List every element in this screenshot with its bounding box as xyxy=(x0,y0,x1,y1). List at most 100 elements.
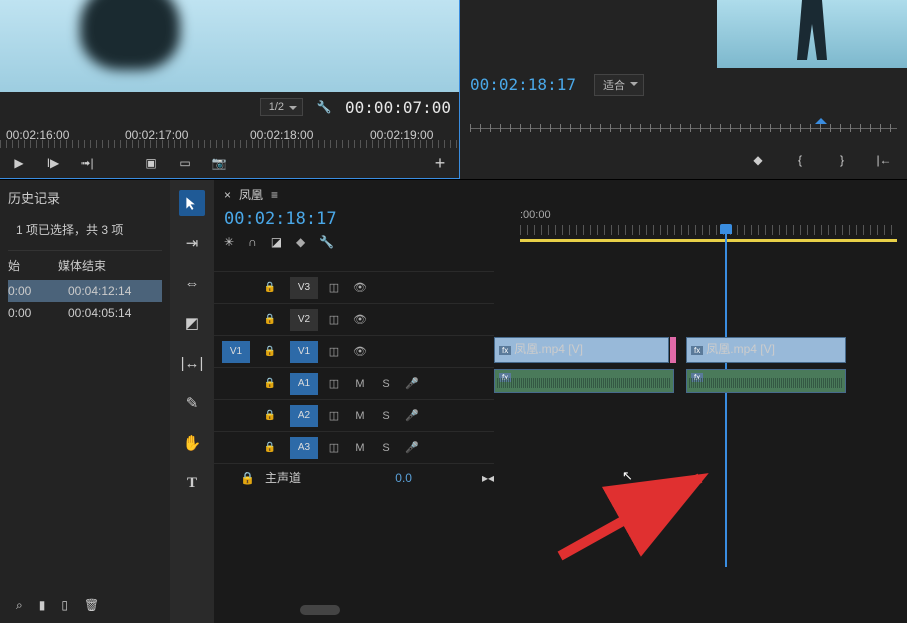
video-clip[interactable]: fx凤凰.mp4 [V] xyxy=(494,337,669,363)
program-preview[interactable] xyxy=(717,0,907,68)
linked-selection-icon[interactable]: ◪ xyxy=(271,235,282,249)
program-ruler[interactable] xyxy=(470,112,897,141)
work-area-bar[interactable] xyxy=(520,239,897,242)
list-item[interactable]: 0:00 00:04:05:14 xyxy=(8,302,162,324)
settings-icon[interactable]: 🔧 xyxy=(313,96,335,118)
close-tab-icon[interactable]: × xyxy=(224,188,231,202)
master-track[interactable]: 🔒 主声道 0.0 ▸◂ xyxy=(214,463,494,491)
timeline-content[interactable]: fx凤凰.mp4 [V] fx凤凰.mp4 [V] fx fx xyxy=(494,271,907,491)
export-frame-icon[interactable]: 📷 xyxy=(208,152,230,174)
col-start: 始 xyxy=(8,257,58,274)
sync-lock-icon[interactable]: ◫ xyxy=(324,409,344,422)
trash-icon[interactable]: 🗑 xyxy=(84,598,99,613)
ripple-edit-tool-icon[interactable]: ⇔ xyxy=(179,270,205,296)
track-label[interactable]: A1 xyxy=(290,373,318,395)
source-ruler[interactable]: 00:02:16:00 00:02:17:00 00:02:18:00 00:0… xyxy=(0,122,459,148)
mute-button[interactable]: M xyxy=(350,442,370,454)
zoom-dropdown[interactable]: 1/2 xyxy=(260,98,303,116)
sync-lock-icon[interactable]: ◫ xyxy=(324,313,344,326)
voice-over-icon[interactable]: 🎤 xyxy=(402,377,422,390)
solo-button[interactable]: S xyxy=(376,378,396,390)
sync-lock-icon[interactable]: ◫ xyxy=(324,441,344,454)
selection-tool-icon[interactable] xyxy=(179,190,205,216)
marker-add-icon[interactable]: ◆ xyxy=(296,235,305,249)
program-playhead-icon[interactable] xyxy=(815,118,827,124)
hand-tool-icon[interactable]: ✋ xyxy=(179,430,205,456)
track-v2[interactable]: 🔒 V2 ◫ 👁 xyxy=(214,303,494,335)
solo-button[interactable]: S xyxy=(376,410,396,422)
pen-tool-icon[interactable]: ✎ xyxy=(179,390,205,416)
audio-clip[interactable]: fx xyxy=(494,369,674,393)
source-patch[interactable]: V1 xyxy=(222,341,250,363)
insert-icon[interactable]: ▣ xyxy=(140,152,162,174)
marker-icon[interactable]: ◆ xyxy=(747,149,769,171)
snap-nearest-icon[interactable]: ✳ xyxy=(224,235,234,249)
audio-clip[interactable]: fx xyxy=(686,369,846,393)
track-select-tool-icon[interactable]: ⇥ xyxy=(179,230,205,256)
mute-button[interactable]: M xyxy=(350,410,370,422)
lock-icon[interactable]: 🔒 xyxy=(256,373,284,395)
add-button-icon[interactable]: + xyxy=(429,152,451,174)
folder-icon[interactable]: ▮ xyxy=(39,598,46,613)
source-preview[interactable] xyxy=(0,0,459,92)
overwrite-icon[interactable]: ▭ xyxy=(174,152,196,174)
in-point-icon[interactable]: { xyxy=(789,149,811,171)
search-icon[interactable]: ⌕ xyxy=(16,598,23,613)
timeline-scrollbar[interactable] xyxy=(300,605,340,615)
track-a2[interactable]: 🔒 A2 ◫ M S 🎤 xyxy=(214,399,494,431)
lock-icon[interactable]: 🔒 xyxy=(256,437,284,459)
lock-icon[interactable]: 🔒 xyxy=(256,341,284,363)
tab-menu-icon[interactable]: ≡ xyxy=(271,188,278,202)
mute-button[interactable]: M xyxy=(350,378,370,390)
video-clip[interactable]: fx凤凰.mp4 [V] xyxy=(686,337,846,363)
next-edit-icon[interactable]: ➟| xyxy=(76,152,98,174)
play-icon[interactable]: ▶ xyxy=(8,152,30,174)
razor-tool-icon[interactable]: ◩ xyxy=(179,310,205,336)
history-panel: 历史记录 1 项已选择，共 3 项 始 媒体结束 0:00 00:04:12:1… xyxy=(0,180,170,623)
track-v3[interactable]: 🔒 V3 ◫ 👁 xyxy=(214,271,494,303)
track-label[interactable]: A2 xyxy=(290,405,318,427)
lock-icon[interactable]: 🔒 xyxy=(256,277,284,299)
type-tool-icon[interactable]: T xyxy=(179,470,205,496)
sync-lock-icon[interactable]: ◫ xyxy=(324,281,344,294)
lock-icon[interactable]: 🔒 xyxy=(256,405,284,427)
track-a1[interactable]: 🔒 A1 ◫ M S 🎤 xyxy=(214,367,494,399)
track-label[interactable]: V3 xyxy=(290,277,318,299)
timeline-panel: × 凤凰 ≡ 00:02:18:17 ✳ ∩ ◪ ◆ 🔧 :00:00 xyxy=(214,180,907,623)
go-in-icon[interactable]: |← xyxy=(873,149,895,171)
media-header: 始 媒体结束 xyxy=(8,250,162,274)
lock-icon[interactable]: 🔒 xyxy=(240,471,255,485)
lock-icon[interactable]: 🔒 xyxy=(256,309,284,331)
sync-lock-icon[interactable]: ◫ xyxy=(324,345,344,358)
timeline-timecode[interactable]: 00:02:18:17 xyxy=(224,209,484,229)
track-label[interactable]: V2 xyxy=(290,309,318,331)
track-headers: 🔒 V3 ◫ 👁 🔒 V2 ◫ 👁 V1 🔒 V1 ◫ xyxy=(214,271,494,491)
track-label[interactable]: A3 xyxy=(290,437,318,459)
master-volume[interactable]: 0.0 xyxy=(395,471,412,485)
sync-lock-icon[interactable]: ◫ xyxy=(324,377,344,390)
track-a3[interactable]: 🔒 A3 ◫ M S 🎤 xyxy=(214,431,494,463)
voice-over-icon[interactable]: 🎤 xyxy=(402,409,422,422)
snap-magnet-icon[interactable]: ∩ xyxy=(248,235,257,249)
master-label: 主声道 xyxy=(265,469,301,486)
list-item[interactable]: 0:00 00:04:12:14 xyxy=(8,280,162,302)
new-item-icon[interactable]: ▯ xyxy=(61,598,68,613)
track-v1[interactable]: V1 🔒 V1 ◫ 👁 xyxy=(214,335,494,367)
toggle-output-icon[interactable]: 👁 xyxy=(350,345,370,358)
fit-dropdown[interactable]: 适合 xyxy=(594,74,644,96)
solo-button[interactable]: S xyxy=(376,442,396,454)
source-timecode[interactable]: 00:00:07:00 xyxy=(345,98,451,117)
expand-icon[interactable]: ▸◂ xyxy=(482,471,494,485)
toggle-output-icon[interactable]: 👁 xyxy=(350,313,370,326)
clip-gap[interactable] xyxy=(670,337,676,363)
step-fwd-icon[interactable]: I▶ xyxy=(42,152,64,174)
voice-over-icon[interactable]: 🎤 xyxy=(402,441,422,454)
out-point-icon[interactable]: } xyxy=(831,149,853,171)
sequence-tab[interactable]: 凤凰 xyxy=(239,186,263,203)
timeline-settings-icon[interactable]: 🔧 xyxy=(319,235,334,249)
slip-tool-icon[interactable]: |↔| xyxy=(179,350,205,376)
toggle-output-icon[interactable]: 👁 xyxy=(350,281,370,294)
program-timecode[interactable]: 00:02:18:17 xyxy=(470,75,576,94)
program-monitor: 00:02:18:17 适合 ◆ { } |← xyxy=(460,0,907,179)
track-label[interactable]: V1 xyxy=(290,341,318,363)
